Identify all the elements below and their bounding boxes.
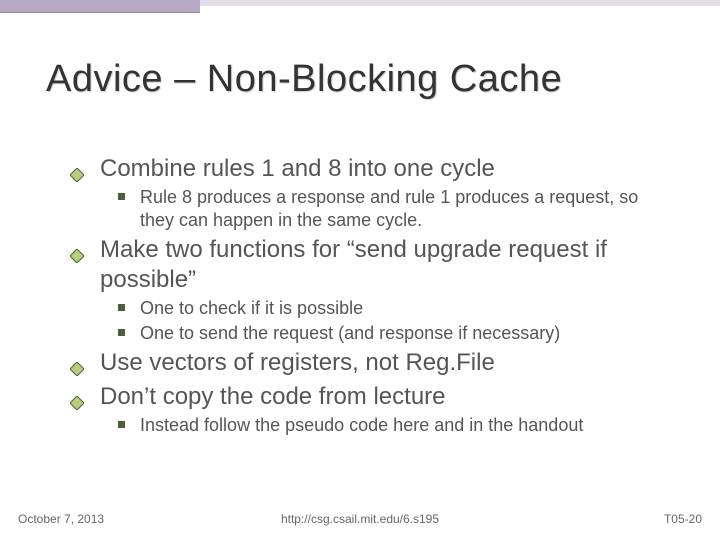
bullet-text: One to send the request (and response if… (140, 323, 560, 343)
diamond-icon (70, 354, 84, 384)
bullet-level2: Rule 8 produces a response and rule 1 pr… (70, 186, 670, 231)
diamond-icon (70, 241, 84, 271)
bullet-level2: One to send the request (and response if… (70, 322, 670, 345)
slide-body: Combine rules 1 and 8 into one cycle Rul… (70, 150, 670, 439)
bullet-text: Make two functions for “send upgrade req… (100, 236, 607, 293)
slide: Advice – Non-Blocking Cache Combine rule… (0, 0, 720, 540)
header-accent-light (200, 0, 720, 6)
bullet-text: Don’t copy the code from lecture (100, 383, 446, 410)
square-icon (118, 304, 125, 311)
bullet-text: Use vectors of registers, not Reg.File (100, 349, 495, 376)
bullet-text: Instead follow the pseudo code here and … (140, 415, 583, 435)
bullet-level2: Instead follow the pseudo code here and … (70, 414, 670, 437)
square-icon (118, 193, 125, 200)
bullet-text: Combine rules 1 and 8 into one cycle (100, 155, 495, 182)
bullet-level1: Make two functions for “send upgrade req… (70, 235, 670, 295)
bullet-level1: Combine rules 1 and 8 into one cycle (70, 154, 670, 184)
bullet-level2: One to check if it is possible (70, 297, 670, 320)
footer-url: http://csg.csail.mit.edu/6.s195 (0, 512, 720, 526)
bullet-level1: Use vectors of registers, not Reg.File (70, 348, 670, 378)
square-icon (118, 329, 125, 336)
slide-title: Advice – Non-Blocking Cache (46, 58, 680, 101)
bullet-level1: Don’t copy the code from lecture (70, 382, 670, 412)
header-accent-dark (0, 0, 200, 13)
bullet-text: Rule 8 produces a response and rule 1 pr… (140, 187, 638, 230)
square-icon (118, 421, 125, 428)
footer-slide-number: T05-20 (664, 512, 702, 526)
bullet-text: One to check if it is possible (140, 298, 363, 318)
